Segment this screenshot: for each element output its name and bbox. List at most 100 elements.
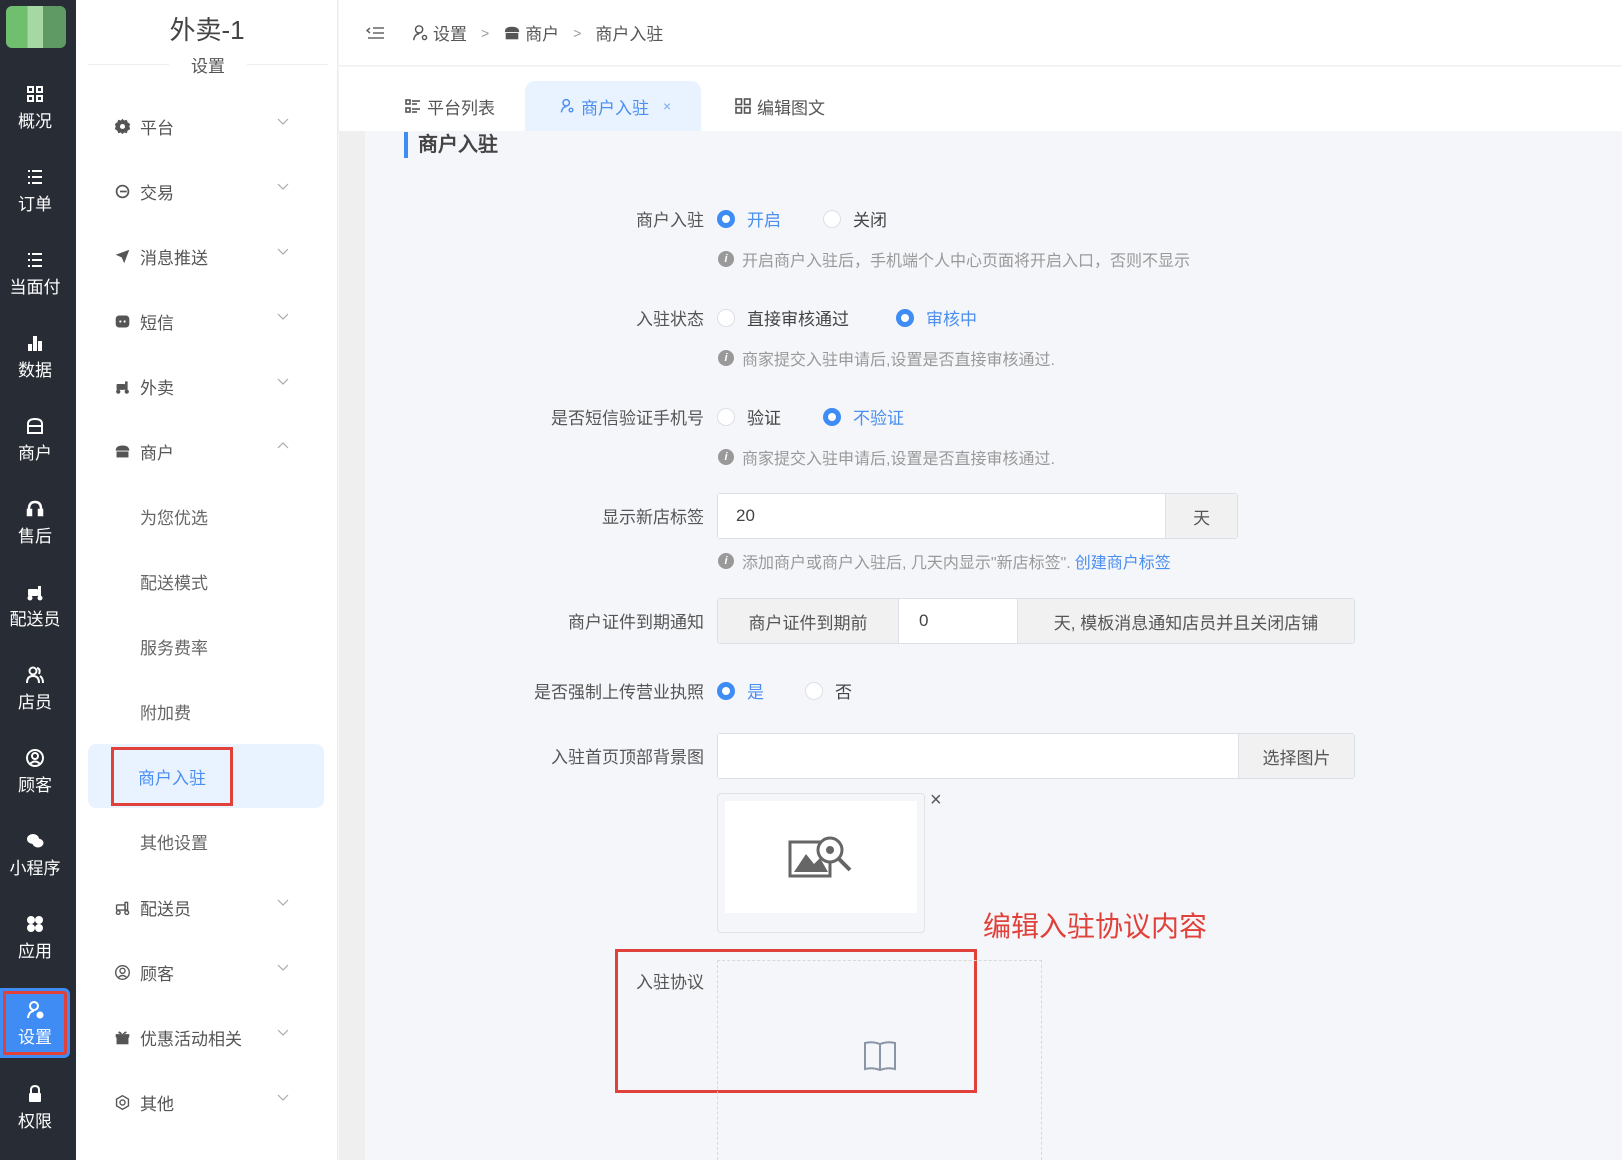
rail-item-courier[interactable]: 配送员 [0,570,70,640]
chevron-down-icon [277,313,289,320]
tab-edit-article[interactable]: 编辑图文 [735,81,825,131]
breadcrumb-separator: > [481,24,490,41]
bar-chart-icon [24,332,46,354]
close-tab-icon[interactable]: × [663,98,671,114]
chevron-down-icon [277,248,289,255]
radio-enable-on[interactable]: 开启 [717,206,781,231]
highlight-box: 商户入驻 [111,746,233,806]
new-tag-suffix: 天 [1165,494,1237,538]
radio-status-reviewing[interactable]: 审核中 [896,305,977,330]
agreement-editor[interactable] [717,960,1042,1160]
field-label-agreement: 入驻协议 [636,973,704,992]
rail-item-label: 售后 [18,526,52,546]
info-icon: i [718,251,734,267]
breadcrumb-item-merchant[interactable]: 商户 [503,20,559,45]
rail-item-customer[interactable]: 顾客 [0,736,70,806]
submenu-item-surcharge[interactable]: 附加费 [88,679,324,743]
breadcrumb-item-settings[interactable]: 设置 [411,20,467,45]
gift-icon [114,1028,132,1046]
help-enable: i 开启商户入驻后，手机端个人中心页面将开启入口，否则不显示 [718,247,1190,271]
submenu-item-other-settings[interactable]: 其他设置 [88,809,324,873]
menu-item-customer[interactable]: 顾客 [88,946,324,998]
top-bar: 设置 > 商户 > 商户入驻 [339,0,1622,66]
list-icon [405,99,420,113]
menu-item-takeaway[interactable]: 外卖 [88,360,324,412]
bg-image-preview[interactable] [717,793,925,933]
radio-sms-verify[interactable]: 验证 [717,404,781,429]
radio-sms-no-verify[interactable]: 不验证 [823,404,904,429]
rail-item-settings[interactable]: 设置 [0,988,70,1058]
rail-item-label: 设置 [18,1027,52,1047]
submenu-item-service-rate[interactable]: 服务费率 [88,614,324,678]
radio-enable-off[interactable]: 关闭 [823,206,887,231]
submenu-item-recommend[interactable]: 为您优选 [88,484,324,548]
menu-item-courier[interactable]: 配送员 [88,881,324,933]
headset-icon [24,498,46,520]
rail-item-face-pay[interactable]: 当面付 [0,238,70,308]
new-tag-input-group: 天 [717,493,1238,539]
list-icon [24,249,46,271]
create-merchant-tag-link[interactable]: 创建商户标签 [1075,549,1171,573]
radio-force-license-yes[interactable]: 是 [717,678,764,703]
section-title: 商户入驻 [404,132,498,158]
rail-item-overview[interactable]: 概况 [0,72,70,142]
message-icon [114,312,132,330]
store-icon [114,442,132,460]
rail-item-permission[interactable]: 权限 [0,1072,70,1142]
chevron-down-icon [277,964,289,971]
help-status: i 商家提交入驻申请后,设置是否直接审核通过. [718,346,1055,370]
tab-bar: 平台列表 商户入驻 × 编辑图文 [339,67,1622,131]
chevron-up-icon [277,442,289,449]
rail-item-apps[interactable]: 应用 [0,902,70,972]
lock-icon [24,1083,46,1105]
rail-item-mini-program[interactable]: 小程序 [0,819,70,889]
tab-merchant-onboarding[interactable]: 商户入驻 × [525,81,702,131]
wechat-icon [24,830,46,852]
menu-item-merchant[interactable]: 商户 [88,425,324,477]
app-logo[interactable] [6,6,66,48]
user-gear-icon [24,999,46,1021]
menu-item-message-push[interactable]: 消息推送 [88,230,324,282]
collapse-menu-icon[interactable] [365,22,387,44]
radio-force-license-no[interactable]: 否 [805,678,852,703]
user-circle-icon [24,747,46,769]
remove-image-icon[interactable]: × [930,790,942,810]
menu-item-other[interactable]: 其他 [88,1076,324,1128]
store-icon [24,415,46,437]
tab-platform-list[interactable]: 平台列表 [405,81,495,131]
rail-item-label: 概况 [18,111,52,131]
help-new-tag: i 添加商户或商户入驻后, 几天内显示"新店标签". 创建商户标签 [718,549,1171,573]
rail-item-staff[interactable]: 店员 [0,653,70,723]
field-label-sms-verify: 是否短信验证手机号 [551,409,704,428]
chevron-down-icon [277,1094,289,1101]
book-icon [864,1041,896,1072]
new-tag-days-input[interactable] [718,494,1166,538]
field-label-enable: 商户入驻 [636,211,704,230]
rail-item-label: 当面付 [9,277,61,297]
choose-image-button[interactable]: 选择图片 [1238,734,1354,778]
cert-expiry-days-input[interactable] [899,599,1017,643]
image-placeholder-icon [788,836,852,878]
submenu-item-delivery-mode[interactable]: 配送模式 [88,549,324,613]
user-circle-icon [114,963,132,981]
chevron-down-icon [277,183,289,190]
store-name: 外卖-1 [169,15,245,45]
menu-item-platform[interactable]: 平台 [88,100,324,152]
radio-status-auto-approve[interactable]: 直接审核通过 [717,305,849,330]
rail-item-orders[interactable]: 订单 [0,155,70,225]
menu-item-transaction[interactable]: 交易 [88,165,324,217]
bg-image-url-input[interactable] [718,734,1238,778]
rail-item-data[interactable]: 数据 [0,321,70,391]
cert-expiry-input-group: 商户证件到期前 天, 模板消息通知店员并且关闭店铺 [717,598,1355,644]
rail-item-after-sales[interactable]: 售后 [0,487,70,557]
breadcrumb: 设置 > 商户 > 商户入驻 [411,20,663,45]
chevron-down-icon [277,899,289,906]
menu-item-promotions[interactable]: 优惠活动相关 [88,1011,324,1063]
field-label-cert-expiry: 商户证件到期通知 [568,613,704,632]
submenu-item-merchant-onboarding[interactable]: 商户入驻 [88,744,324,808]
rail-item-merchant[interactable]: 商户 [0,404,70,474]
menu-item-sms[interactable]: 短信 [88,295,324,347]
rail-item-label: 小程序 [9,858,61,878]
list-icon [24,166,46,188]
breadcrumb-separator: > [573,24,582,41]
